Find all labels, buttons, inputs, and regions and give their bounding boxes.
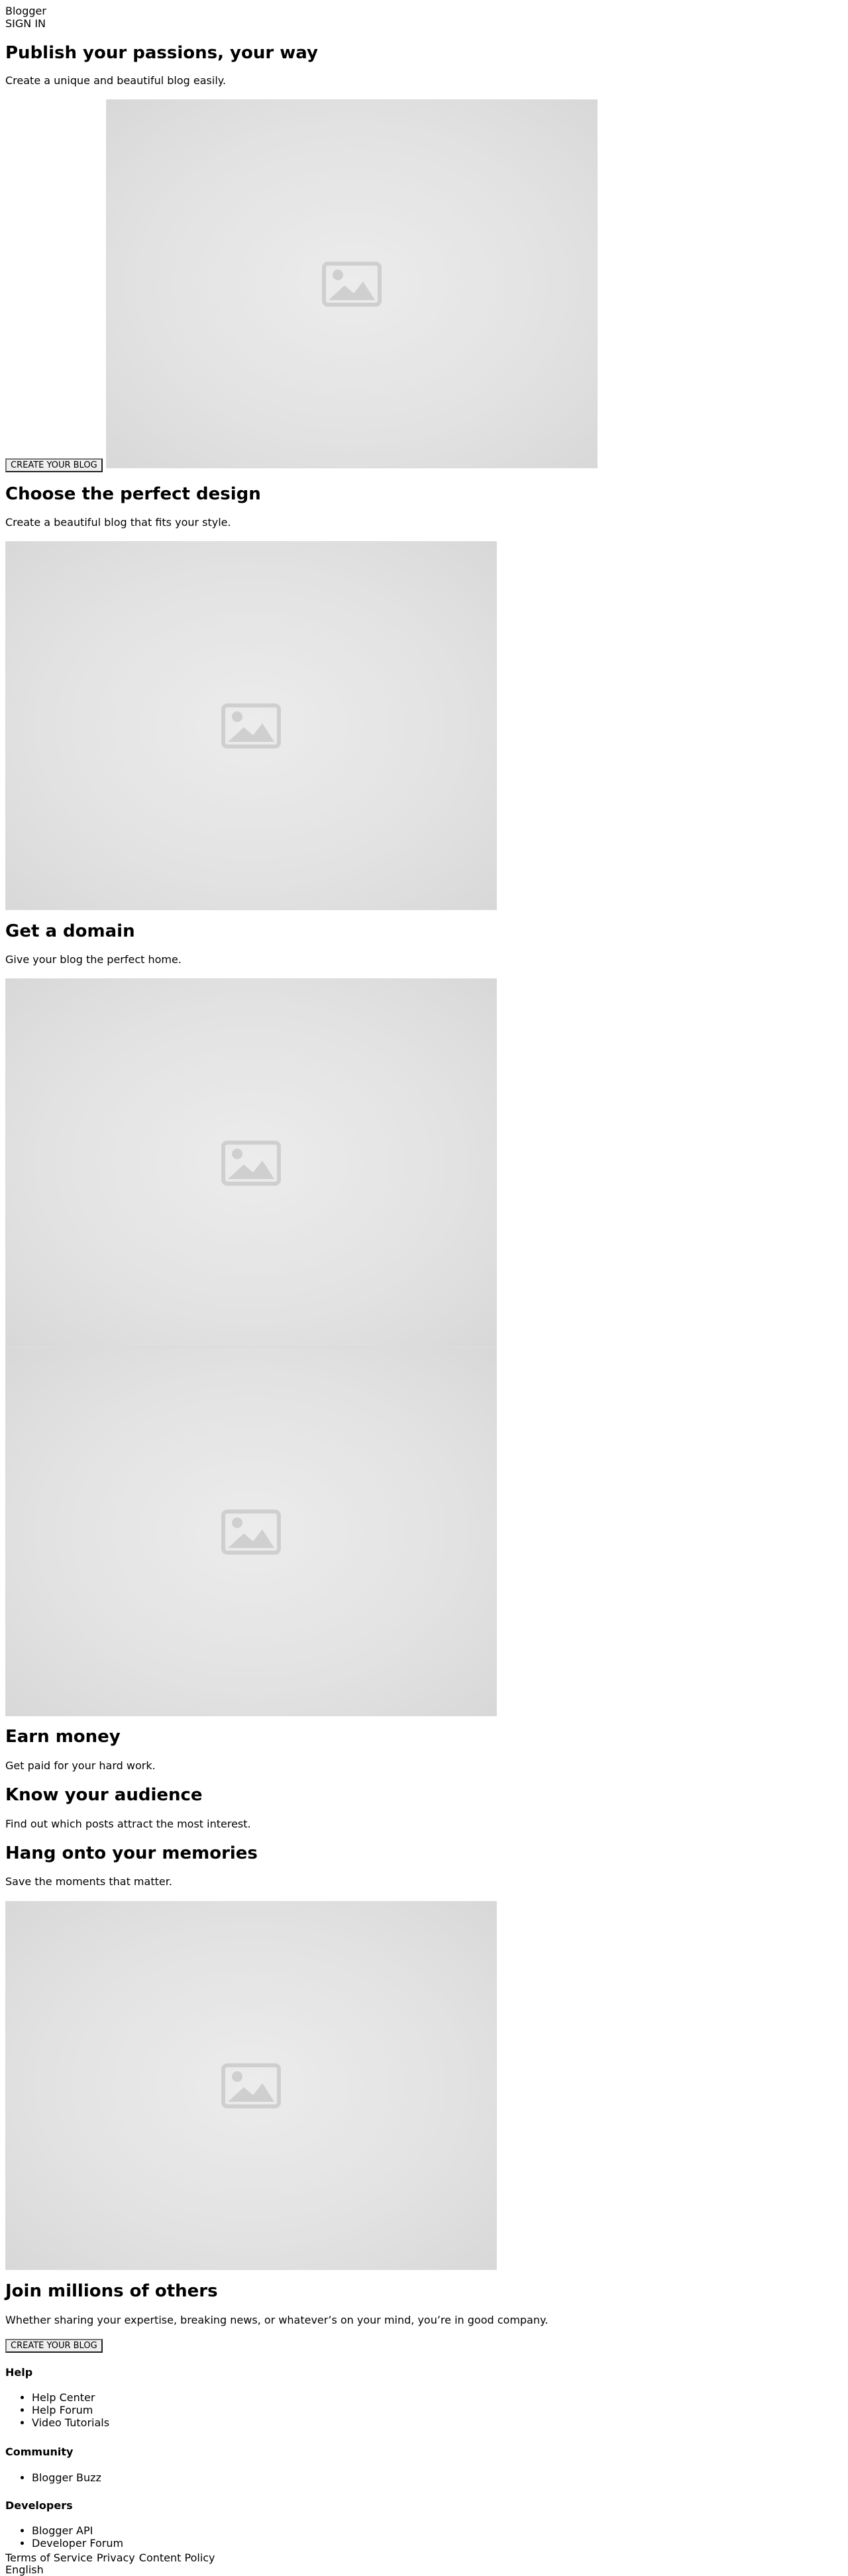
section-text-domain: Give your blog the perfect home. xyxy=(5,953,182,966)
footer-heading-developers: Developers xyxy=(5,2499,73,2512)
footer-link-developer-forum[interactable]: Developer Forum xyxy=(32,2537,123,2550)
section-text-memories: Save the moments that matter. xyxy=(5,1875,172,1888)
section-title-domain: Get a domain xyxy=(5,921,135,941)
section-title-money: Earn money xyxy=(5,1727,121,1747)
image-placeholder-icon xyxy=(221,1140,281,1186)
terms-of-service-link[interactable]: Terms of Service xyxy=(5,2551,93,2564)
create-blog-button[interactable]: CREATE YOUR BLOG xyxy=(5,458,103,472)
image-placeholder-icon xyxy=(221,1509,281,1555)
footer-list-help: Help Center Help Forum Video Tutorials xyxy=(5,2391,109,2429)
section-title-audience: Know your audience xyxy=(5,1785,203,1805)
section-text-audience: Find out which posts attract the most in… xyxy=(5,1818,251,1830)
image-placeholder-icon xyxy=(221,2063,281,2108)
footer-heading-help: Help xyxy=(5,2366,33,2379)
create-blog-button-bottom[interactable]: CREATE YOUR BLOG xyxy=(5,2339,103,2353)
section-text-design: Create a beautiful blog that fits your s… xyxy=(5,516,231,529)
section-title-design: Choose the perfect design xyxy=(5,484,261,504)
design-image xyxy=(5,541,497,910)
footer-heading-community: Community xyxy=(5,2446,74,2458)
brand-logo[interactable]: Blogger xyxy=(5,5,46,17)
footer-link-blogger-api[interactable]: Blogger API xyxy=(32,2524,123,2537)
footer-link-help-center[interactable]: Help Center xyxy=(32,2391,109,2404)
section-title-memories: Hang onto your memories xyxy=(5,1843,258,1863)
image-placeholder-icon xyxy=(221,703,281,748)
section-title-join: Join millions of others xyxy=(5,2281,218,2301)
footer-list-community: Blogger Buzz xyxy=(5,2471,101,2484)
memories-image xyxy=(5,1901,497,2270)
image-placeholder-icon xyxy=(322,261,382,307)
domain-image-2 xyxy=(5,1347,497,1716)
footer-link-help-forum[interactable]: Help Forum xyxy=(32,2404,109,2416)
footer-link-video-tutorials[interactable]: Video Tutorials xyxy=(32,2416,109,2429)
sign-in-link[interactable]: SIGN IN xyxy=(5,18,46,30)
footer-list-developers: Blogger API Developer Forum xyxy=(5,2524,123,2550)
hero-image xyxy=(106,99,598,468)
domain-image-1 xyxy=(5,978,497,1347)
section-text-join: Whether sharing your expertise, breaking… xyxy=(5,2314,549,2326)
content-policy-link[interactable]: Content Policy xyxy=(139,2551,215,2564)
privacy-link[interactable]: Privacy xyxy=(97,2551,135,2564)
footer-legal-links: Terms of Service Privacy Content Policy xyxy=(5,2551,219,2564)
hero-title: Publish your passions, your way xyxy=(5,43,318,63)
section-text-money: Get paid for your hard work. xyxy=(5,1759,156,1772)
footer-link-blogger-buzz[interactable]: Blogger Buzz xyxy=(32,2471,101,2484)
language-selector[interactable]: English xyxy=(5,2563,44,2576)
hero-subtitle: Create a unique and beautiful blog easil… xyxy=(5,74,227,87)
